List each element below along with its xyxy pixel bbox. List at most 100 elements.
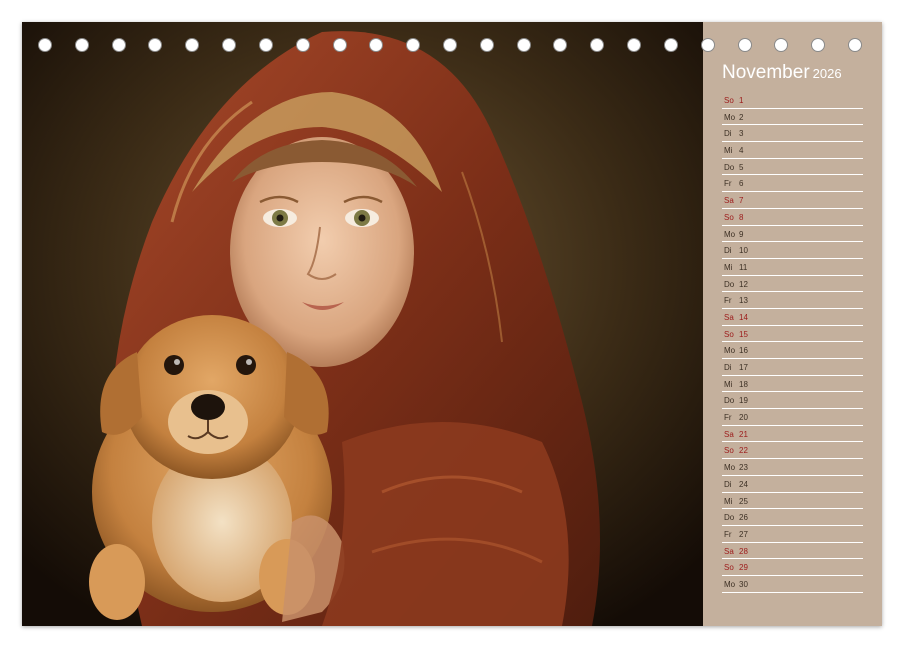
day-number: 18 xyxy=(739,379,748,389)
day-row: Mo 9 xyxy=(722,226,863,243)
weekday-label: Sa xyxy=(724,196,734,206)
binding-ring xyxy=(627,38,642,52)
day-row: Di 17 xyxy=(722,359,863,376)
binding-ring xyxy=(148,38,163,52)
weekday-label: Fr xyxy=(724,413,732,423)
weekday-label: Mi xyxy=(724,262,733,272)
day-row: Fr 27 xyxy=(722,526,863,543)
day-row: So 15 xyxy=(722,326,863,343)
weekday-label: Mi xyxy=(724,496,733,506)
day-number: 2 xyxy=(739,112,744,122)
month-year: 2026 xyxy=(812,66,842,81)
day-number: 12 xyxy=(739,279,748,289)
month-name: November xyxy=(722,62,810,83)
weekday-label: Do xyxy=(724,279,735,289)
calendar-page: November 2026 So 1 Mo 2 Di 3 Mi 4 Do 5 Fr 6 Sa 7 So 8 Mo 9… xyxy=(22,22,882,626)
binding-ring xyxy=(774,38,789,52)
weekday-label: Fr xyxy=(724,179,732,189)
day-number: 21 xyxy=(739,429,748,439)
day-number: 17 xyxy=(739,363,748,372)
day-number: 20 xyxy=(739,413,748,423)
weekday-label: Mi xyxy=(724,379,733,389)
binding-ring xyxy=(443,38,457,52)
binding-ring xyxy=(406,38,421,52)
binding-ring xyxy=(332,38,347,52)
weekday-label: Fr xyxy=(724,296,732,306)
day-number: 19 xyxy=(739,396,748,406)
day-number: 24 xyxy=(739,479,748,489)
weekday-label: Do xyxy=(724,513,735,523)
binding-ring xyxy=(258,38,273,52)
day-row: Di 24 xyxy=(722,476,863,493)
day-row: Mi 4 xyxy=(722,142,863,159)
day-number: 15 xyxy=(739,329,748,339)
binding-ring xyxy=(222,38,237,52)
day-row: Sa 21 xyxy=(722,426,863,443)
weekday-label: So xyxy=(724,212,734,222)
day-number: 30 xyxy=(739,579,748,589)
day-number: 7 xyxy=(739,196,744,206)
weekday-label: Mi xyxy=(724,146,733,156)
day-row: Do 26 xyxy=(722,509,863,526)
binding-ring xyxy=(38,38,52,52)
weekday-label: Mo xyxy=(724,112,736,122)
binding-ring xyxy=(479,38,494,52)
binding-ring xyxy=(700,38,715,52)
day-row: Do 19 xyxy=(722,392,863,410)
weekday-label: Mo xyxy=(724,579,736,589)
day-row: Fr 6 xyxy=(722,175,863,193)
day-row: Di 3 xyxy=(722,125,863,143)
day-number: 8 xyxy=(739,212,744,222)
weekday-label: Di xyxy=(724,363,732,372)
weekday-label: Mo xyxy=(724,229,736,239)
day-number: 9 xyxy=(739,229,744,239)
calendar-side-panel: November 2026 So 1 Mo 2 Di 3 Mi 4 Do 5 Fr 6 Sa 7 So 8 Mo 9… xyxy=(703,22,882,626)
month-title: November 2026 xyxy=(722,62,842,84)
binding-ring xyxy=(737,38,752,52)
weekday-label: So xyxy=(724,446,734,456)
day-row: Mi 25 xyxy=(722,493,863,510)
day-row: So 8 xyxy=(722,209,863,226)
day-row: Di 10 xyxy=(722,242,863,259)
day-row: Fr 20 xyxy=(722,409,863,426)
day-number: 3 xyxy=(739,129,744,139)
day-row: Do 12 xyxy=(722,276,863,293)
day-row: Fr 13 xyxy=(722,292,863,309)
weekday-label: Sa xyxy=(724,546,734,556)
binding-ring xyxy=(553,38,568,52)
day-row: Mo 23 xyxy=(722,459,863,476)
day-number: 14 xyxy=(739,312,748,322)
weekday-label: So xyxy=(724,329,734,339)
binding-ring xyxy=(811,38,826,52)
day-row: Sa 7 xyxy=(722,192,863,209)
weekday-label: Mo xyxy=(724,346,736,356)
portrait-photo xyxy=(22,22,703,626)
day-number: 22 xyxy=(739,446,748,456)
day-number: 29 xyxy=(739,563,748,573)
day-row: Sa 14 xyxy=(722,309,863,326)
day-number: 23 xyxy=(739,463,748,473)
weekday-label: Di xyxy=(724,246,732,256)
weekday-label: Sa xyxy=(724,312,734,322)
day-row: So 22 xyxy=(722,442,863,460)
day-row: Do 5 xyxy=(722,159,863,176)
day-row: So 1 xyxy=(722,92,863,109)
day-number: 25 xyxy=(739,496,748,506)
binding-ring xyxy=(74,38,89,52)
day-number: 28 xyxy=(739,546,748,556)
weekday-label: Fr xyxy=(724,529,732,539)
day-number: 27 xyxy=(739,529,748,539)
day-number: 5 xyxy=(739,162,744,172)
day-row: Mo 2 xyxy=(722,109,863,126)
day-row: Mi 18 xyxy=(722,376,863,393)
day-number: 13 xyxy=(739,296,748,306)
day-number: 26 xyxy=(739,513,748,523)
weekday-label: So xyxy=(724,96,734,105)
day-number: 4 xyxy=(739,146,744,156)
weekday-label: Di xyxy=(724,129,732,139)
weekday-label: Do xyxy=(724,162,735,172)
binding-ring xyxy=(295,38,310,52)
binding-ring xyxy=(590,38,605,52)
day-number: 10 xyxy=(739,246,748,256)
weekday-label: Mo xyxy=(724,463,736,473)
